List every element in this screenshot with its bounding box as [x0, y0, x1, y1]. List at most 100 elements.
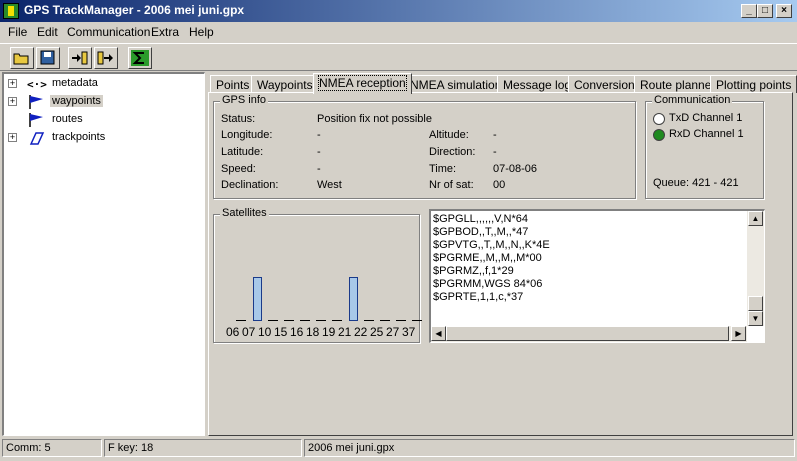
- satellite-id-label: 27: [386, 325, 400, 339]
- horizontal-scrollbar[interactable]: ◀ ▶: [431, 326, 747, 342]
- nmea-output[interactable]: $GPGLL,,,,,,V,N*64 $GPBOD,,T,,M,,*47 $GP…: [429, 209, 765, 343]
- send-arrow-icon: [97, 51, 113, 65]
- nmea-reception-panel: GPS info Status: Position fix not possib…: [208, 92, 793, 436]
- scroll-thumb[interactable]: [748, 296, 763, 311]
- tree-item-routes[interactable]: routes: [8, 112, 198, 128]
- direction-label: Direction:: [429, 146, 476, 158]
- satellites-group: Satellites 06 07 10 15 16 18 19 21 22 25 27 37: [213, 207, 422, 343]
- expand-icon[interactable]: +: [8, 97, 17, 106]
- tab-strip: Points Waypoints NMEA reception NMEA sim…: [210, 73, 797, 94]
- minimize-button[interactable]: _: [741, 4, 757, 18]
- scroll-left-button[interactable]: ◀: [431, 326, 446, 341]
- tree-label: metadata: [52, 77, 98, 89]
- tab-points[interactable]: Points: [210, 75, 256, 93]
- satellite-bar-19: [332, 320, 342, 321]
- time-label: Time:: [429, 163, 457, 175]
- menu-communication[interactable]: Communication: [67, 25, 150, 39]
- satellite-id-label: 25: [370, 325, 384, 339]
- time-value: 07-08-06: [493, 163, 538, 175]
- tree-item-waypoints[interactable]: + waypoints: [8, 94, 198, 110]
- flag-icon: [29, 113, 43, 127]
- scroll-thumb[interactable]: [446, 326, 729, 341]
- rxd-label: RxD Channel 1: [669, 128, 744, 140]
- vertical-scrollbar[interactable]: ▲ ▼: [747, 211, 764, 326]
- save-button[interactable]: [36, 47, 60, 69]
- satellite-bar-16: [300, 320, 310, 321]
- declination-value: West: [317, 179, 342, 191]
- menu-extra[interactable]: Extra: [151, 25, 179, 39]
- close-button[interactable]: ×: [776, 4, 792, 18]
- sigma-icon: [131, 50, 149, 66]
- satellite-id-label: 10: [258, 325, 272, 339]
- nr-of-sat-value: 00: [493, 179, 506, 191]
- satellite-bar-18: [316, 320, 326, 321]
- status-fkey: F key: 18: [104, 439, 302, 457]
- track-icon: [29, 132, 45, 145]
- scroll-up-button[interactable]: ▲: [748, 211, 763, 226]
- nmea-line: $GPGLL,,,,,,V,N*64: [433, 213, 528, 225]
- tree-label: routes: [52, 113, 83, 125]
- satellite-bar-15: [284, 320, 294, 321]
- satellite-id-label: 06: [226, 325, 240, 339]
- nr-of-sat-label: Nr of sat:: [429, 179, 474, 191]
- latitude-value: -: [317, 146, 321, 158]
- satellite-bar-07: [253, 277, 262, 321]
- send-button[interactable]: [94, 47, 118, 69]
- tab-nmea-reception[interactable]: NMEA reception: [313, 73, 412, 94]
- satellite-id-label: 21: [338, 325, 352, 339]
- menu-edit[interactable]: Edit: [37, 25, 58, 39]
- open-button[interactable]: [10, 47, 34, 69]
- status-comm: Comm: 5: [2, 439, 102, 457]
- satellite-id-label: 37: [402, 325, 416, 339]
- expand-icon[interactable]: +: [8, 133, 17, 142]
- tab-plotting-points[interactable]: Plotting points: [710, 75, 797, 93]
- tree-label: trackpoints: [52, 131, 106, 143]
- satellite-bar-22: [364, 320, 374, 321]
- tree-label: waypoints: [50, 95, 103, 107]
- expand-icon[interactable]: +: [8, 79, 17, 88]
- tab-conversion[interactable]: Conversion: [568, 75, 641, 93]
- queue-value: Queue: 421 - 421: [653, 177, 739, 189]
- title-bar: GPS TrackManager - 2006 mei juni.gpx _ □…: [0, 0, 797, 22]
- tab-waypoints[interactable]: Waypoints: [251, 75, 319, 93]
- group-title: GPS info: [220, 94, 269, 106]
- satellite-bar-27: [396, 320, 406, 321]
- satellite-id-label: 19: [322, 325, 336, 339]
- gps-info-group: GPS info Status: Position fix not possib…: [213, 94, 636, 199]
- altitude-value: -: [493, 129, 497, 141]
- toolbar: [0, 43, 797, 71]
- status-label: Status:: [221, 113, 256, 125]
- satellite-id-label: 16: [290, 325, 304, 339]
- satellite-bar-25: [380, 320, 390, 321]
- status-bar: Comm: 5 F key: 18 2006 mei juni.gpx: [0, 438, 797, 461]
- tree-item-trackpoints[interactable]: + trackpoints: [8, 130, 198, 146]
- tab-nmea-simulation[interactable]: NMEA simulation: [404, 75, 508, 93]
- satellite-bar-06: [236, 320, 246, 321]
- menu-file[interactable]: File: [8, 25, 27, 39]
- group-title: Communication: [652, 94, 733, 106]
- open-folder-icon: [13, 53, 29, 65]
- scroll-down-button[interactable]: ▼: [748, 311, 763, 326]
- nmea-line: $GPVTG,,T,,M,,N,,K*4E: [433, 239, 550, 251]
- tab-message-log[interactable]: Message log: [497, 75, 578, 93]
- tree-view: + <·> metadata + waypoints routes + trac…: [2, 72, 205, 436]
- rxd-indicator: [653, 129, 665, 141]
- tree-item-metadata[interactable]: + <·> metadata: [8, 76, 198, 92]
- satellite-bar-21: [349, 277, 358, 321]
- satellite-id-label: 15: [274, 325, 288, 339]
- menu-help[interactable]: Help: [189, 25, 214, 39]
- flag-icon: [29, 95, 43, 109]
- tab-route-planner[interactable]: Route planner: [634, 75, 722, 93]
- satellite-id-label: 22: [354, 325, 368, 339]
- altitude-label: Altitude:: [429, 129, 469, 141]
- save-disk-icon: [40, 50, 55, 65]
- scroll-right-button[interactable]: ▶: [731, 326, 746, 341]
- sum-button[interactable]: [128, 47, 152, 69]
- nmea-line: $GPBOD,,T,,M,,*47: [433, 226, 529, 238]
- receive-button[interactable]: [68, 47, 92, 69]
- maximize-button[interactable]: □: [757, 4, 773, 18]
- communication-group: Communication TxD Channel 1 RxD Channel …: [645, 94, 764, 199]
- direction-value: -: [493, 146, 497, 158]
- satellite-id-label: 18: [306, 325, 320, 339]
- nmea-line: $PGRMZ,,f,1*29: [433, 265, 514, 277]
